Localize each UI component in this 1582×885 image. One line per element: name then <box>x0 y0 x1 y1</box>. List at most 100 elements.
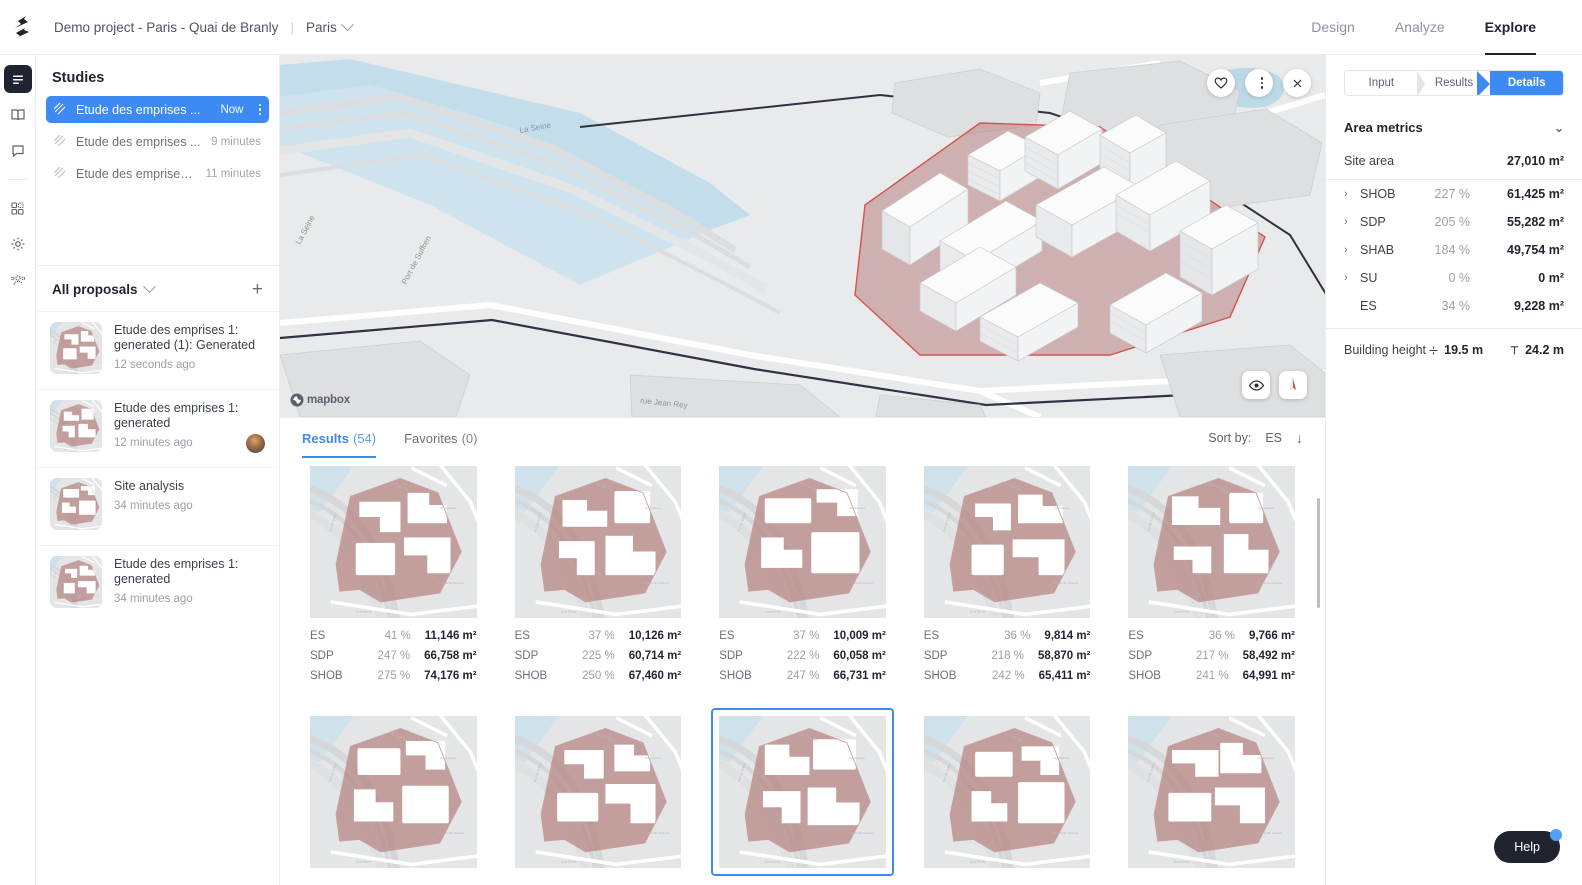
chevron-down-icon <box>142 280 156 294</box>
metric-value: 11,146 m² <box>424 630 477 642</box>
map-options-button[interactable] <box>1245 69 1273 97</box>
site-plan-thumbnail: Rue Jean Rey Port de Suffren Av. Gustave… <box>514 716 682 868</box>
result-card[interactable]: Rue Jean Rey Port de Suffren Av. Gustave… <box>916 708 1099 876</box>
chevron-right-icon[interactable]: › <box>1344 272 1360 284</box>
rail-item-team[interactable] <box>4 266 32 294</box>
visibility-toggle-button[interactable] <box>1242 371 1270 399</box>
study-row[interactable]: Etude des emprises ... Now <box>46 96 269 123</box>
favorite-button[interactable] <box>1207 69 1235 97</box>
result-card[interactable]: Rue Jean Rey Port de Suffren Av. Gustave… <box>302 708 485 876</box>
metric-percent: 37 % <box>588 630 615 642</box>
area-metric-value: 9,228 m² <box>1513 299 1564 313</box>
study-row[interactable]: Etude des emprises ... 11 minutes <box>46 160 269 187</box>
area-metrics-header[interactable]: Area metrics ⌄ <box>1326 96 1582 147</box>
rail-item-library[interactable] <box>4 101 32 129</box>
result-card-metrics: ES 36 % 9,766 m² SDP 217 % 58,492 m² SHO… <box>1128 630 1295 682</box>
result-card[interactable]: Rue Jean Rey Port de Suffren Av. Gustave… <box>1120 708 1303 876</box>
area-metric-percent: 227 % <box>1434 187 1470 201</box>
chevron-right-icon[interactable]: › <box>1344 216 1360 228</box>
proposal-item[interactable]: Rue Jean Rey Port de Suffren Av. Gustave… <box>36 467 279 545</box>
svg-text:Av. Gustave: Av. Gustave <box>644 506 661 510</box>
rail-item-comments[interactable] <box>4 137 32 165</box>
rail-item-apps[interactable] <box>4 194 32 222</box>
area-metric-row[interactable]: › SHAB 184 % 49,754 m² <box>1326 236 1582 264</box>
proposal-item[interactable]: Rue Jean Rey Port de Suffren Av. Gustave… <box>36 311 279 389</box>
grid-apps-icon <box>11 201 24 215</box>
close-map-button[interactable] <box>1283 69 1311 97</box>
area-metric-value: 0 m² <box>1538 271 1564 285</box>
metric-row: SDP 217 % 58,492 m² <box>1128 650 1295 662</box>
svg-text:Av. Gustave: Av. Gustave <box>1258 506 1275 510</box>
metric-key: SDP <box>514 650 539 662</box>
result-card[interactable]: Rue Jean Rey Port de Suffren Av. Gustave… <box>711 708 894 876</box>
metric-percent: 217 % <box>1195 650 1229 662</box>
max-height-icon <box>1510 345 1519 354</box>
add-proposal-button[interactable]: + <box>252 280 263 299</box>
area-metric-row[interactable]: › SHOB 227 % 61,425 m² <box>1326 180 1582 208</box>
chevron-right-icon[interactable]: › <box>1344 244 1360 256</box>
mapbox-attribution[interactable]: mapbox <box>290 393 350 407</box>
area-metric-row[interactable]: › SU 0 % 0 m² <box>1326 264 1582 292</box>
site-plan-thumbnail: Rue Jean Rey Port de Suffren Av. Gustave… <box>310 466 477 618</box>
app-logo[interactable] <box>4 15 40 39</box>
metric-percent: 275 % <box>377 670 411 682</box>
proposals-title-toggle[interactable]: All proposals <box>52 280 156 297</box>
result-card[interactable]: Rue Jean Rey Port de Suffren Av. Gustave… <box>302 458 485 698</box>
metric-percent: 241 % <box>1195 670 1229 682</box>
proposal-time: 12 minutes ago <box>114 437 193 449</box>
study-row[interactable]: Etude des emprises ... 9 minutes <box>46 128 269 155</box>
close-icon <box>1293 79 1301 87</box>
rail-item-settings[interactable] <box>4 230 32 258</box>
compass-button[interactable] <box>1279 371 1307 399</box>
svg-text:Av. Gustave: Av. Gustave <box>440 506 457 510</box>
help-button[interactable]: Help <box>1494 829 1562 863</box>
kebab-menu-icon[interactable] <box>258 103 261 116</box>
svg-text:Quai Branly: Quai Branly <box>1174 860 1190 864</box>
metric-value: 9,814 m² <box>1044 630 1091 642</box>
sort-by-value[interactable]: ES <box>1265 431 1282 445</box>
segment-details[interactable]: Details <box>1477 71 1563 95</box>
panel-segmented-control: Input Results Details <box>1344 70 1564 96</box>
comment-icon <box>11 145 24 158</box>
proposal-item[interactable]: Rue Jean Rey Port de Suffren Av. Gustave… <box>36 389 279 467</box>
site-area-row: Site area 27,010 m² <box>1326 147 1582 180</box>
building-height-max: 24.2 m <box>1509 343 1564 357</box>
arrow-down-icon[interactable]: ↓ <box>1296 430 1303 446</box>
area-metric-row[interactable]: › SDP 205 % 55,282 m² <box>1326 208 1582 236</box>
breadcrumb-city-selector[interactable]: Paris <box>306 17 354 35</box>
site-area-label: Site area <box>1344 154 1395 168</box>
metric-row: ES 36 % 9,814 m² <box>924 630 1091 642</box>
nav-tab-design[interactable]: Design <box>1311 0 1355 55</box>
proposal-thumbnail: Rue Jean Rey Port de Suffren Av. Gustave… <box>50 400 102 452</box>
study-time: Now <box>220 103 244 116</box>
result-card[interactable]: Rue Jean Rey Port de Suffren Av. Gustave… <box>507 458 690 698</box>
results-scrollbar[interactable] <box>1316 498 1320 608</box>
proposal-thumbnail: Rue Jean Rey Port de Suffren Av. Gustave… <box>50 322 102 374</box>
hatch-icon <box>54 103 66 115</box>
chevron-right-icon[interactable]: › <box>1344 188 1360 200</box>
result-card[interactable]: Rue Jean Rey Port de Suffren Av. Gustave… <box>916 458 1099 698</box>
result-card[interactable]: Rue Jean Rey Port de Suffren Av. Gustave… <box>711 458 894 698</box>
rail-item-layers[interactable] <box>3 65 32 93</box>
results-scroll-container[interactable]: Rue Jean Rey Port de Suffren Av. Gustave… <box>280 458 1325 885</box>
result-card[interactable]: Rue Jean Rey Port de Suffren Av. Gustave… <box>507 708 690 876</box>
metric-row: SHOB 250 % 67,460 m² <box>515 670 682 682</box>
map-3d-render: La Seine La Seine rue Jean Rey Port de S… <box>280 55 1325 417</box>
gear-icon <box>11 237 24 251</box>
tab-favorites-count: (0) <box>461 430 478 446</box>
tab-results[interactable]: Results (54) <box>302 418 377 458</box>
chevron-down-icon: ⌄ <box>1553 120 1564 135</box>
result-card[interactable]: Rue Jean Rey Port de Suffren Av. Gustave… <box>1120 458 1303 698</box>
nav-tab-analyze[interactable]: Analyze <box>1395 0 1445 55</box>
segment-input[interactable]: Input <box>1345 71 1418 95</box>
nav-tab-explore[interactable]: Explore <box>1484 0 1537 55</box>
proposal-item[interactable]: Rue Jean Rey Port de Suffren Av. Gustave… <box>36 545 279 623</box>
top-nav: Design Analyze Explore <box>1311 0 1582 55</box>
map-viewport[interactable]: La Seine La Seine rue Jean Rey Port de S… <box>280 55 1325 417</box>
breadcrumb-project-name[interactable]: Demo project - Paris - Quai de Branly <box>54 20 278 35</box>
tab-favorites[interactable]: Favorites (0) <box>404 418 477 458</box>
metric-row: SDP 247 % 66,758 m² <box>310 650 477 662</box>
area-metric-key: SDP <box>1360 215 1386 229</box>
svg-text:Av. Gustave: Av. Gustave <box>644 756 661 760</box>
svg-text:Quai Branly: Quai Branly <box>765 860 781 864</box>
